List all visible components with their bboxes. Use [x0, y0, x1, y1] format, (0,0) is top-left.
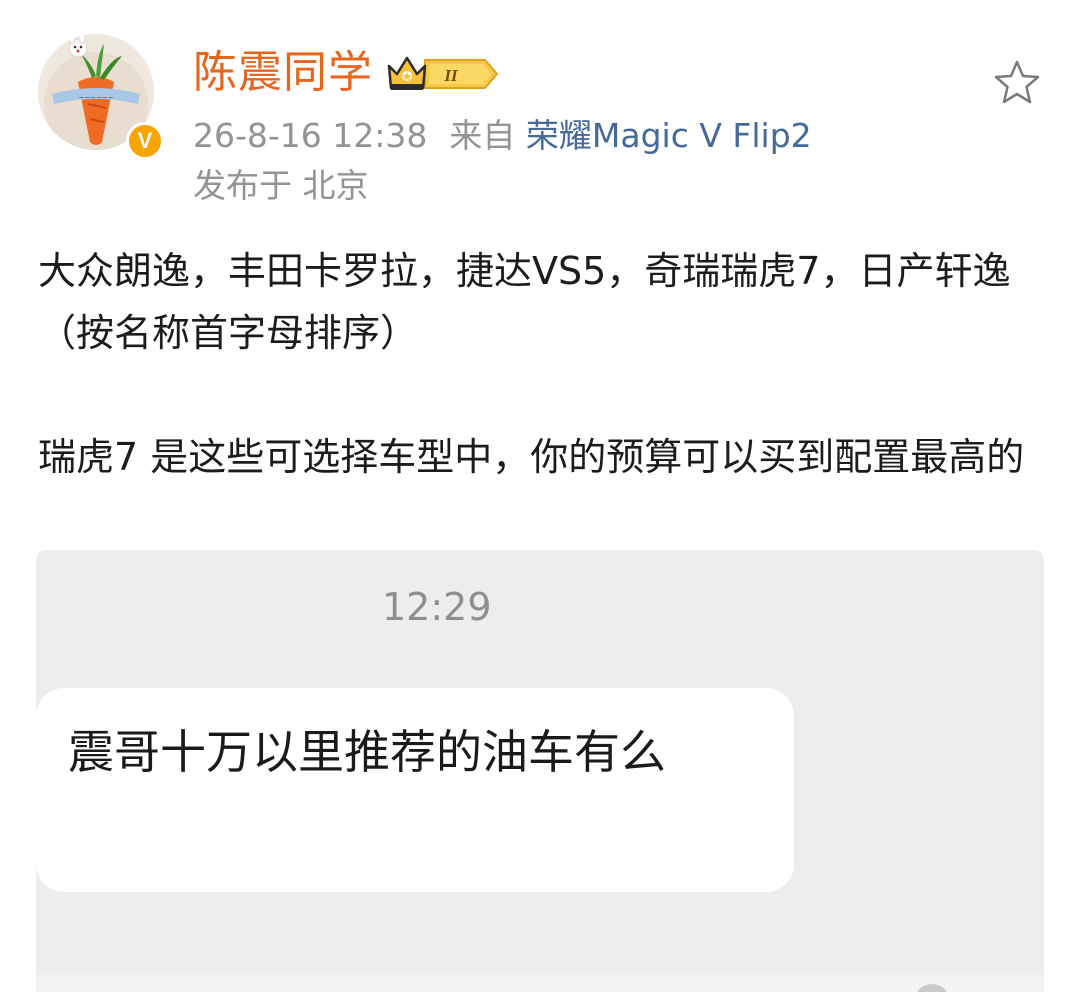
crown-badge-icon[interactable]: II — [385, 52, 499, 96]
post-body: 大众朗逸，丰田卡罗拉，捷达VS5，奇瑞瑞虎7，日产轩逸 （按名称首字母排序） 瑞… — [38, 240, 1048, 488]
post-paragraph-1: 大众朗逸，丰田卡罗拉，捷达VS5，奇瑞瑞虎7，日产轩逸 （按名称首字母排序） — [38, 249, 1011, 355]
post-timestamp: 26-8-16 12:38 — [193, 116, 428, 155]
username[interactable]: 陈震同学 — [193, 45, 373, 101]
device-link[interactable]: 荣耀Magic V Flip2 — [526, 116, 812, 155]
chat-bottom-strip — [36, 975, 1044, 992]
post-meta: 26-8-16 12:38 来自 荣耀Magic V Flip2 — [193, 113, 812, 159]
weibo-post-page: ~~~~~~ V 陈震同学 II 26-8-16 12:38 来自 荣耀Magi… — [0, 0, 1080, 992]
avatar-container[interactable]: ~~~~~~ V — [38, 34, 164, 160]
verified-v-icon: V — [126, 122, 164, 160]
embedded-chat-image[interactable]: 12:29 震哥十万以里推荐的油车有么 — [36, 550, 1044, 992]
badge-level-text: II — [443, 66, 459, 85]
svg-text:~~~~~~: ~~~~~~ — [78, 94, 113, 102]
post-paragraph-2: 瑞虎7 是这些可选择车型中，你的预算可以买到配置最高的 — [38, 435, 1025, 479]
star-outline-icon — [994, 60, 1040, 104]
chat-timestamp: 12:29 — [382, 585, 492, 629]
source-prefix: 来自 — [449, 116, 516, 155]
post-location: 发布于 北京 — [193, 166, 369, 205]
chat-message-bubble: 震哥十万以里推荐的油车有么 — [36, 688, 794, 892]
favorite-button[interactable] — [992, 58, 1042, 108]
